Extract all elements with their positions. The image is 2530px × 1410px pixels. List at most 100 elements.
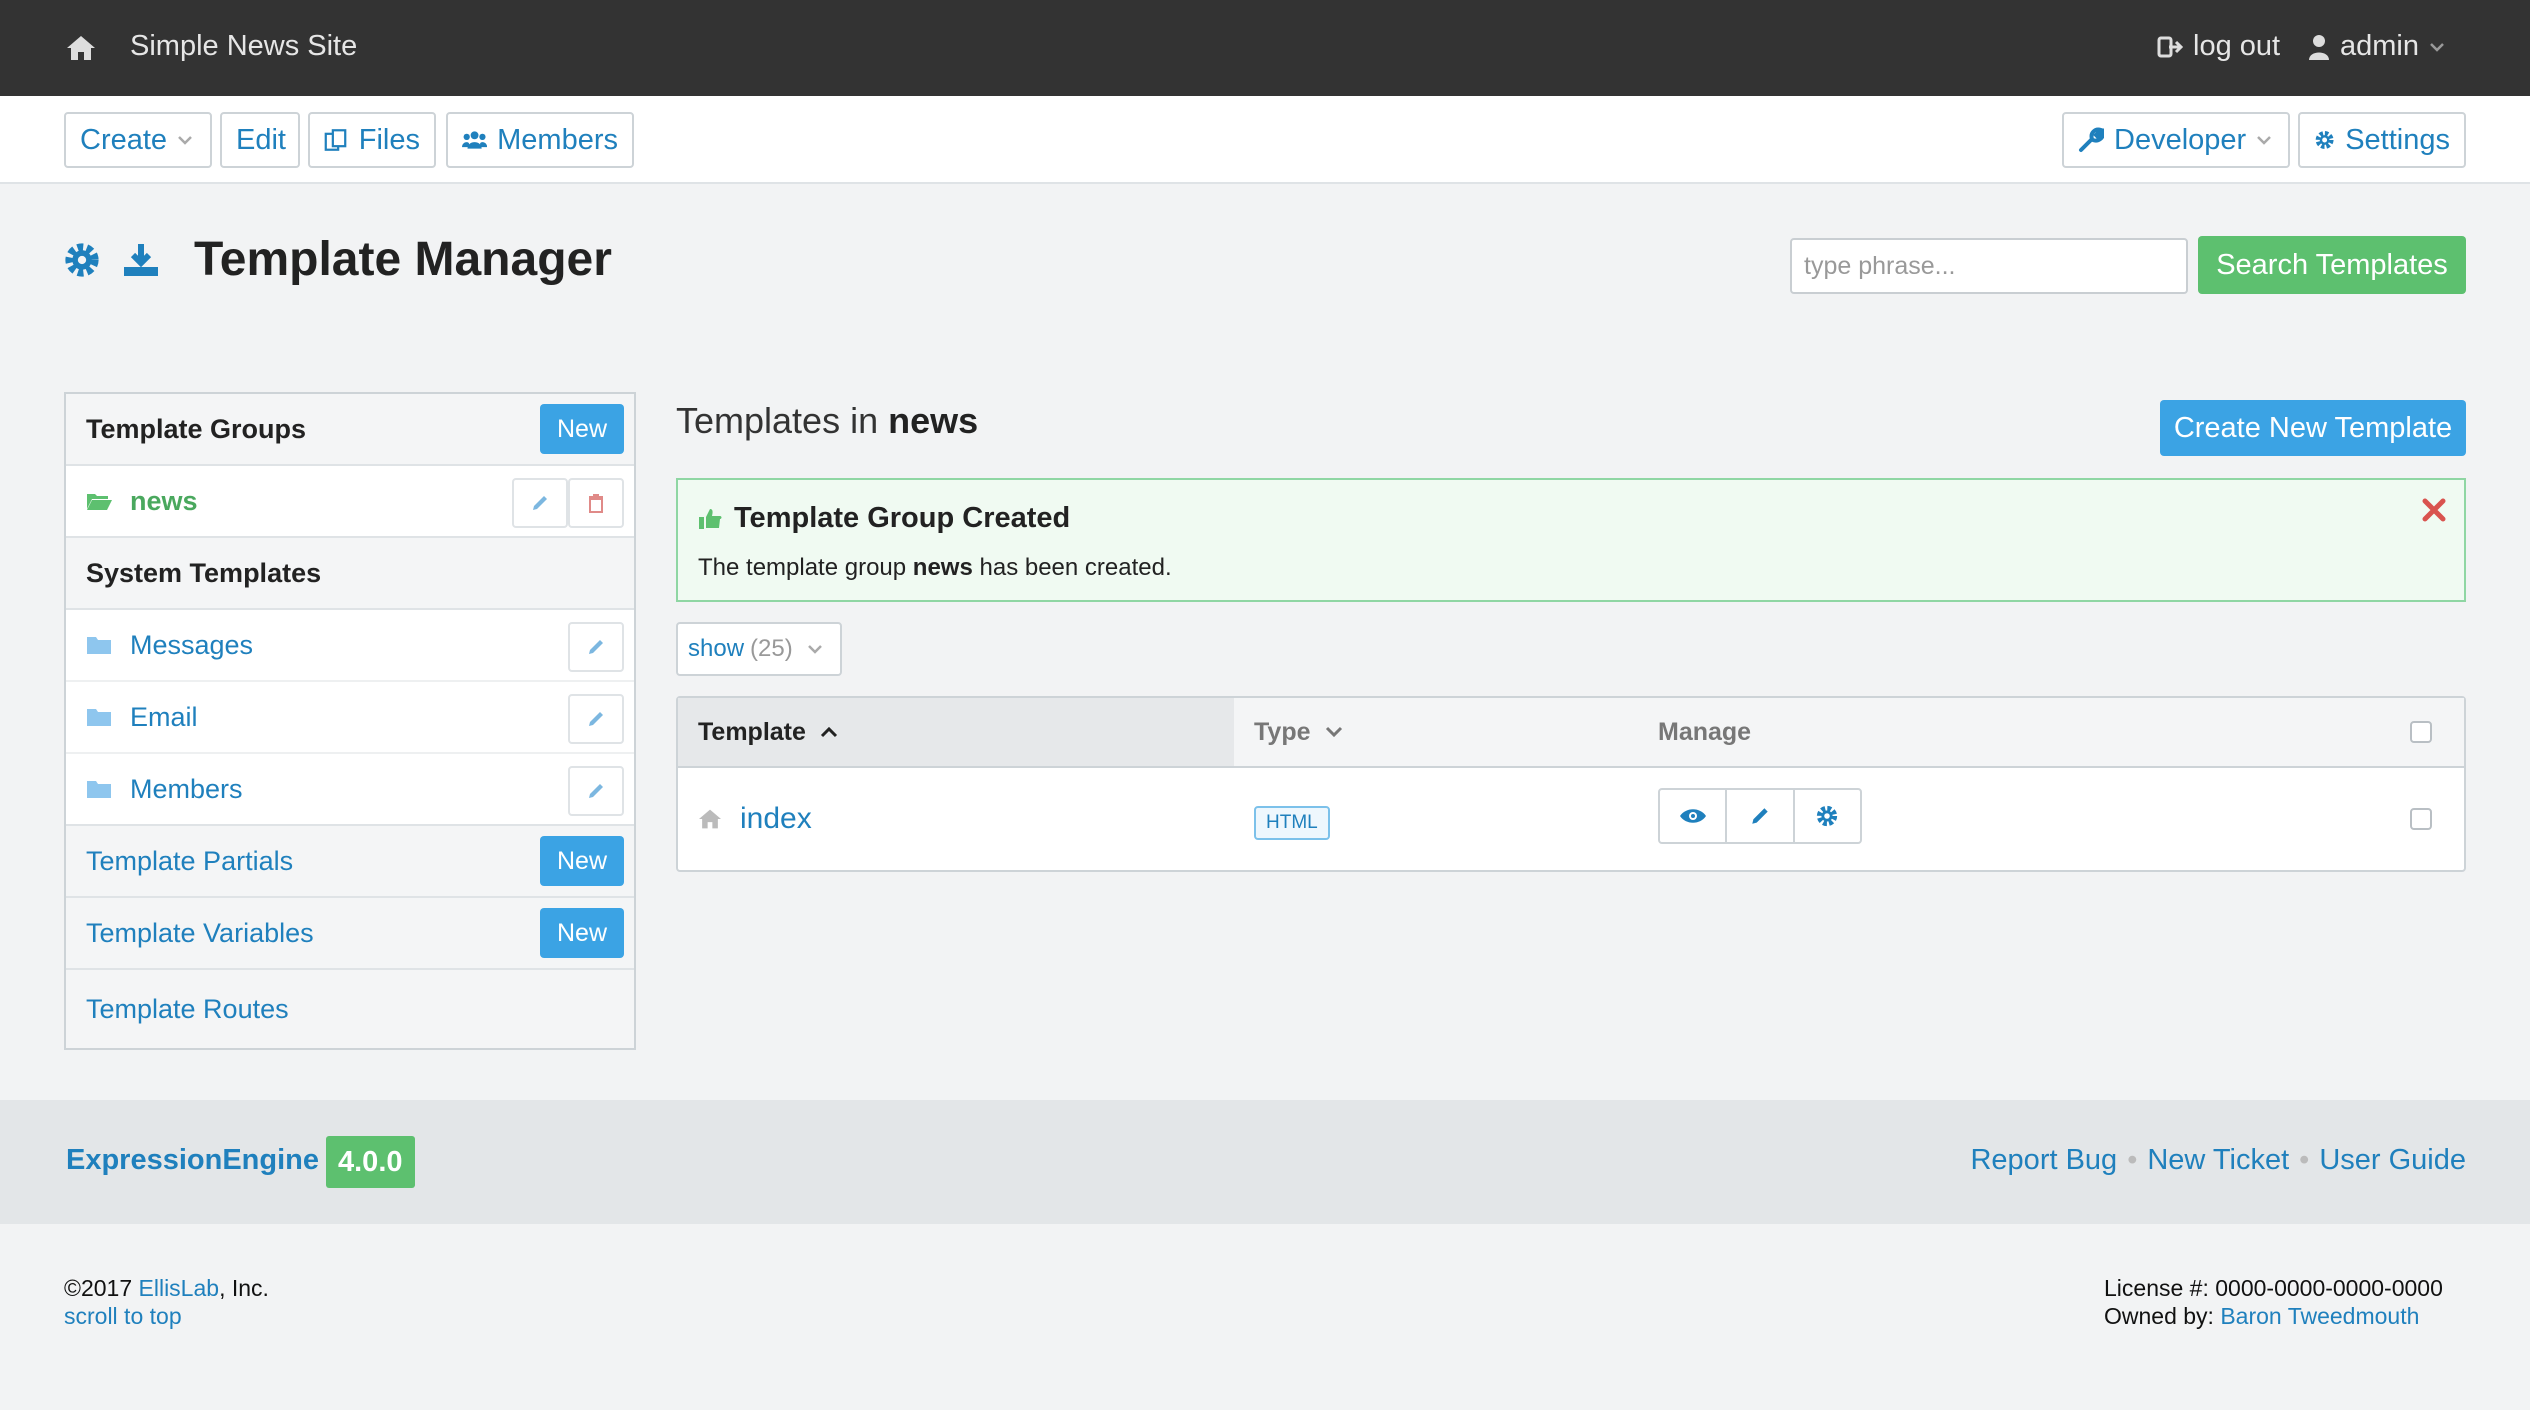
- edit-menu-button[interactable]: Edit: [220, 112, 300, 168]
- sidebar-item-template-partials[interactable]: Template Partials New: [66, 826, 634, 898]
- developer-label: Developer: [2114, 123, 2247, 156]
- files-label: Files: [358, 123, 420, 156]
- sidebar-item-label: news: [130, 485, 198, 516]
- alert-body-prefix: The template group: [698, 554, 907, 581]
- new-ticket-link[interactable]: New Ticket: [2147, 1144, 2289, 1177]
- members-label: Members: [497, 123, 618, 156]
- column-label: Manage: [1658, 717, 1752, 746]
- gear-icon[interactable]: [64, 242, 100, 278]
- column-template[interactable]: Template: [678, 698, 1234, 766]
- settings-button[interactable]: Settings: [2298, 112, 2466, 168]
- edit-email-button[interactable]: [568, 694, 624, 744]
- sidebar-item-news[interactable]: news: [66, 466, 634, 538]
- user-icon: [2309, 34, 2329, 60]
- pencil-icon: [1752, 808, 1768, 824]
- product-link[interactable]: ExpressionEngine: [66, 1144, 319, 1177]
- wrench-icon: [2079, 127, 2104, 152]
- templates-table: Template Type Manage index HTML: [676, 696, 2466, 872]
- table-row: index HTML: [678, 768, 2464, 870]
- main-heading: Templates in news: [676, 400, 978, 442]
- row-checkbox[interactable]: [2410, 808, 2432, 830]
- sort-up-icon: [820, 726, 837, 738]
- show-count: (25): [750, 635, 793, 662]
- site-name-link[interactable]: Simple News Site: [130, 30, 357, 63]
- create-new-template-button[interactable]: Create New Template: [2160, 400, 2466, 456]
- sidebar-item-label: Messages: [130, 629, 254, 660]
- pencil-icon: [589, 784, 603, 798]
- page-title: Template Manager: [194, 233, 612, 286]
- sidebar-item-label: Template Routes: [86, 993, 289, 1024]
- files-icon: [324, 129, 347, 151]
- system-templates-label: System Templates: [86, 557, 322, 588]
- edit-messages-button[interactable]: [568, 622, 624, 672]
- copyright-year: ©2017: [64, 1275, 133, 1301]
- template-groups-label: Template Groups: [86, 413, 307, 444]
- thumbs-up-icon: [699, 508, 722, 529]
- search-input[interactable]: [1790, 238, 2188, 294]
- create-menu-button[interactable]: Create: [64, 112, 212, 168]
- copyright-line: ©2017 EllisLab, Inc.: [64, 1274, 269, 1302]
- column-type[interactable]: Type: [1254, 698, 1343, 766]
- edit-group-button[interactable]: [512, 478, 568, 528]
- pencil-icon: [589, 712, 603, 726]
- copyright-suffix: , Inc.: [219, 1275, 269, 1301]
- new-partial-button[interactable]: New: [540, 836, 624, 886]
- folder-icon: [87, 781, 111, 798]
- pencil-icon: [533, 496, 547, 510]
- sidebar-item-template-routes[interactable]: Template Routes: [66, 970, 634, 1048]
- license-number: License #: 0000-0000-0000-0000: [2104, 1275, 2443, 1301]
- table-header: Template Type Manage: [678, 698, 2464, 768]
- chevron-down-icon: [178, 136, 192, 145]
- new-variable-button[interactable]: New: [540, 908, 624, 958]
- view-button[interactable]: [1660, 790, 1728, 842]
- user-menu[interactable]: admin: [2308, 30, 2445, 63]
- show-count-filter[interactable]: show (25): [676, 622, 842, 676]
- sidebar: Template Groups New news System Template…: [64, 392, 636, 1050]
- edit-label: Edit: [236, 123, 286, 156]
- close-icon[interactable]: [2420, 496, 2448, 524]
- edit-members-button[interactable]: [568, 766, 624, 816]
- edit-template-button[interactable]: [1727, 790, 1795, 842]
- footer: ExpressionEngine 4.0.0 Report Bug • New …: [0, 1100, 2530, 1224]
- main-heading-prefix: Templates in: [676, 400, 879, 441]
- separator-dot: •: [2299, 1144, 2310, 1176]
- version-badge: 4.0.0: [326, 1136, 415, 1188]
- new-group-button[interactable]: New: [540, 404, 624, 454]
- report-bug-link[interactable]: Report Bug: [1970, 1144, 2117, 1177]
- secondary-nav: Create Edit Files Members Developer Sett…: [0, 96, 2530, 184]
- select-all-checkbox[interactable]: [2410, 721, 2432, 743]
- success-alert: Template Group Created The template grou…: [676, 478, 2466, 602]
- template-settings-button[interactable]: [1795, 790, 1860, 842]
- sidebar-item-email[interactable]: Email: [66, 682, 634, 754]
- sidebar-item-template-variables[interactable]: Template Variables New: [66, 898, 634, 970]
- delete-group-button[interactable]: [568, 478, 624, 528]
- owned-by-label: Owned by:: [2104, 1303, 2214, 1329]
- members-icon: [462, 131, 488, 149]
- company-link[interactable]: EllisLab: [139, 1275, 220, 1301]
- folder-icon: [87, 709, 111, 726]
- logout-link[interactable]: log out: [2157, 30, 2280, 63]
- files-button[interactable]: Files: [308, 112, 436, 168]
- user-guide-link[interactable]: User Guide: [2319, 1144, 2466, 1177]
- eye-icon: [1679, 809, 1706, 823]
- members-button[interactable]: Members: [446, 112, 634, 168]
- template-groups-heading: Template Groups New: [66, 394, 634, 466]
- main-heading-group: news: [888, 400, 979, 441]
- home-icon[interactable]: [66, 34, 96, 62]
- copyright-block: ©2017 EllisLab, Inc. scroll to top: [64, 1274, 269, 1330]
- developer-menu-button[interactable]: Developer: [2062, 112, 2290, 168]
- system-templates-heading: System Templates: [66, 538, 634, 610]
- template-name-link[interactable]: index: [698, 802, 812, 836]
- sidebar-item-messages[interactable]: Messages: [66, 610, 634, 682]
- owner-line: Owned by: Baron Tweedmouth: [2104, 1302, 2443, 1330]
- sidebar-item-members[interactable]: Members: [66, 754, 634, 826]
- owner-link[interactable]: Baron Tweedmouth: [2220, 1303, 2419, 1329]
- download-icon[interactable]: [122, 242, 160, 278]
- folder-open-icon: [87, 494, 112, 510]
- folder-icon: [87, 637, 111, 654]
- license-block: License #: 0000-0000-0000-0000 Owned by:…: [2104, 1274, 2443, 1330]
- chevron-down-icon: [807, 645, 822, 654]
- scroll-to-top-link[interactable]: scroll to top: [64, 1303, 182, 1329]
- column-label: Template: [698, 717, 806, 746]
- search-templates-button[interactable]: Search Templates: [2198, 236, 2466, 294]
